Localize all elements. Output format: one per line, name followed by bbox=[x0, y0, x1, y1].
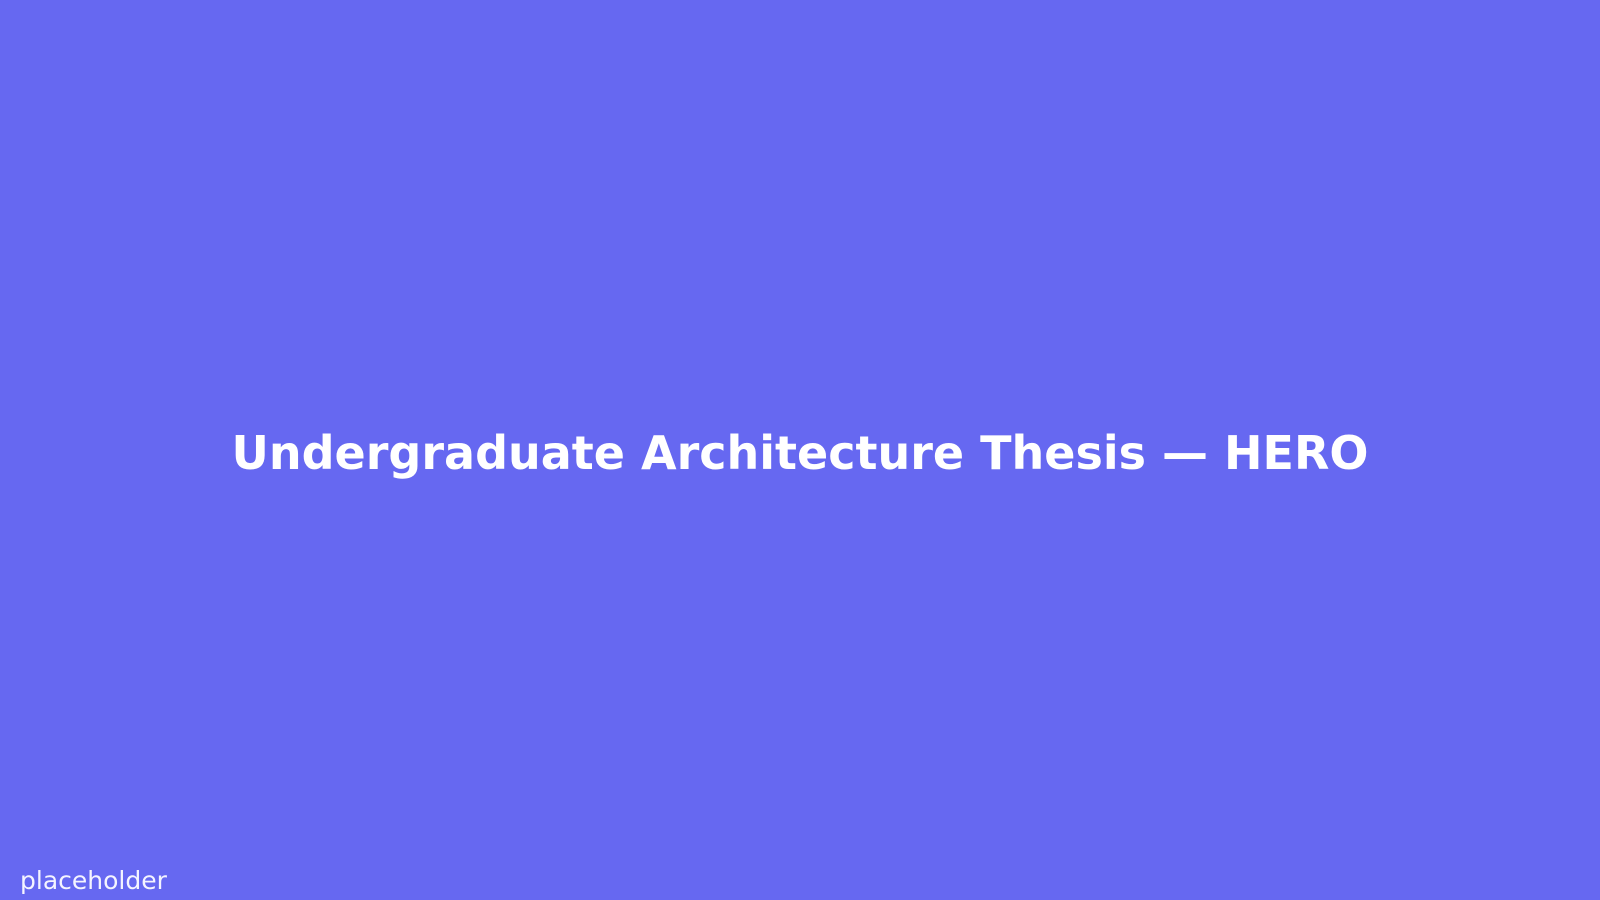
hero-placeholder-image: Undergraduate Architecture Thesis — HERO… bbox=[0, 0, 1600, 900]
hero-title: Undergraduate Architecture Thesis — HERO bbox=[231, 426, 1369, 480]
placeholder-caption: placeholder bbox=[20, 866, 167, 895]
